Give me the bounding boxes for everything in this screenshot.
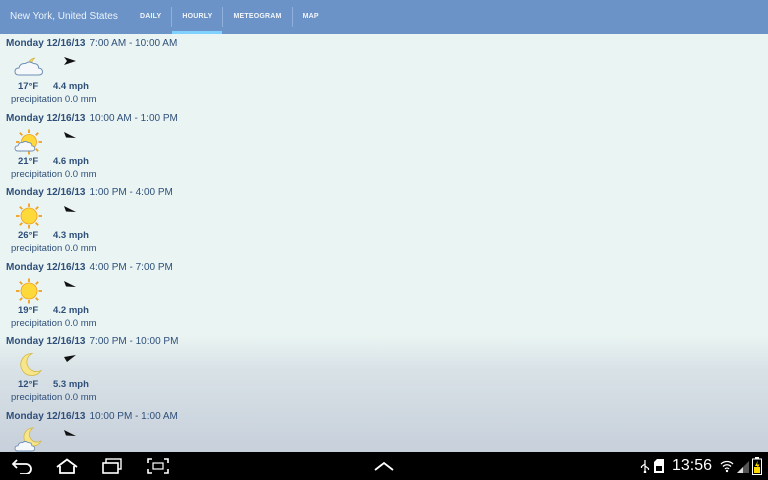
partly-cloudy-icon bbox=[14, 57, 44, 76]
sun-icon bbox=[16, 203, 42, 229]
screenshot-icon[interactable] bbox=[146, 458, 170, 474]
forecast-row-header: Monday 12/16/13 7:00 AM - 10:00 AM bbox=[6, 38, 177, 49]
forecast-date: Monday 12/16/13 bbox=[6, 112, 86, 124]
wind-direction-icon bbox=[64, 355, 76, 362]
status-clock: 13:56 bbox=[672, 457, 713, 474]
usb-icon bbox=[640, 460, 650, 473]
home-icon[interactable] bbox=[55, 458, 79, 474]
sun-cloud-icon bbox=[14, 129, 42, 154]
forecast-time-range: 4:00 PM - 7:00 PM bbox=[89, 261, 173, 273]
forecast-time-range: 10:00 PM - 1:00 AM bbox=[89, 410, 178, 422]
wind-speed: 4.4 mph bbox=[53, 81, 89, 92]
temperature: 19°F bbox=[18, 304, 39, 316]
forecast-date: Monday 12/16/13 bbox=[6, 187, 86, 198]
forecast-row-header: Monday 12/16/13 1:00 PM - 4:00 PM bbox=[6, 187, 173, 198]
tab-meteogram[interactable]: METEOGRAM bbox=[223, 0, 291, 34]
wind-speed: 5.3 mph bbox=[53, 379, 89, 390]
forecast-row-header: Monday 12/16/13 10:00 AM - 1:00 PM bbox=[6, 113, 178, 124]
forecast-date: Monday 12/16/13 bbox=[6, 336, 86, 347]
precipitation: precipitation 0.0 mm bbox=[11, 317, 97, 329]
sun-icon bbox=[16, 278, 42, 303]
wind-direction-icon bbox=[64, 206, 76, 212]
forecast-row-header: Monday 12/16/13 10:00 PM - 1:00 AM bbox=[6, 411, 178, 422]
recent-apps-icon[interactable] bbox=[100, 458, 124, 474]
forecast-row[interactable]: Monday 12/16/13 7:00 AM - 10:00 AM 17°F 4… bbox=[0, 34, 768, 109]
temperature: 26°F bbox=[18, 230, 39, 241]
forecast-row-header: Monday 12/16/13 7:00 PM - 10:00 PM bbox=[6, 336, 178, 347]
temperature: 17°F bbox=[18, 81, 39, 92]
forecast-date: Monday 12/16/13 bbox=[6, 38, 86, 49]
forecast-row[interactable]: Monday 12/16/13 1:00 PM - 4:00 PM 26°F 4.… bbox=[0, 183, 768, 258]
temperature: 21°F bbox=[18, 155, 39, 167]
wind-direction-icon bbox=[64, 429, 76, 436]
wind-speed: 4.3 mph bbox=[53, 230, 89, 241]
signal-icon bbox=[737, 461, 749, 473]
forecast-row[interactable]: Monday 12/16/13 4:00 PM - 7:00 PM 19°F 4.… bbox=[0, 258, 768, 333]
forecast-time-range: 10:00 AM - 1:00 PM bbox=[89, 112, 178, 124]
forecast-row[interactable]: Monday 12/16/13 7:00 PM - 10:00 PM 12°F 5… bbox=[0, 332, 768, 407]
tab-daily[interactable]: DAILY bbox=[130, 0, 171, 34]
wind-speed: 4.2 mph bbox=[53, 304, 89, 316]
forecast-row-header: Monday 12/16/13 4:00 PM - 7:00 PM bbox=[6, 262, 173, 273]
tab-map[interactable]: MAP bbox=[293, 0, 329, 34]
sd-card-icon bbox=[654, 459, 664, 473]
wind-speed: 4.6 mph bbox=[53, 155, 89, 167]
precipitation: precipitation 0.0 mm bbox=[11, 94, 97, 105]
wind-direction-icon bbox=[64, 280, 76, 287]
moon-icon bbox=[20, 353, 43, 376]
forecast-date: Monday 12/16/13 bbox=[6, 410, 86, 422]
tab-bar: DAILY HOURLY METEOGRAM MAP bbox=[130, 0, 329, 34]
wind-direction-icon bbox=[64, 131, 76, 138]
forecast-row[interactable]: Monday 12/16/13 10:00 PM - 1:00 AM bbox=[0, 407, 768, 453]
forecast-date: Monday 12/16/13 bbox=[6, 261, 86, 273]
battery-icon bbox=[752, 457, 762, 475]
chevron-up-icon[interactable] bbox=[372, 458, 396, 474]
forecast-time-range: 7:00 AM - 10:00 AM bbox=[89, 38, 178, 49]
moon-cloud-icon bbox=[14, 427, 42, 451]
system-navigation-bar: 13:56 bbox=[0, 452, 768, 480]
tab-hourly[interactable]: HOURLY bbox=[172, 0, 223, 34]
precipitation: precipitation 0.0 mm bbox=[11, 392, 97, 403]
forecast-time-range: 1:00 PM - 4:00 PM bbox=[89, 187, 173, 198]
wifi-icon bbox=[720, 460, 734, 473]
location-title: New York, United States bbox=[10, 11, 118, 22]
back-icon[interactable] bbox=[10, 458, 34, 474]
temperature: 12°F bbox=[18, 379, 39, 390]
app-header: New York, United States DAILY HOURLY MET… bbox=[0, 0, 768, 34]
precipitation: precipitation 0.0 mm bbox=[11, 243, 97, 254]
forecast-row[interactable]: Monday 12/16/13 10:00 AM - 1:00 PM 21°F 4… bbox=[0, 109, 768, 184]
forecast-time-range: 7:00 PM - 10:00 PM bbox=[89, 336, 179, 347]
hourly-forecast-list[interactable]: Monday 12/16/13 7:00 AM - 10:00 AM 17°F 4… bbox=[0, 34, 768, 452]
precipitation: precipitation 0.0 mm bbox=[11, 168, 97, 180]
wind-direction-icon bbox=[64, 57, 76, 65]
